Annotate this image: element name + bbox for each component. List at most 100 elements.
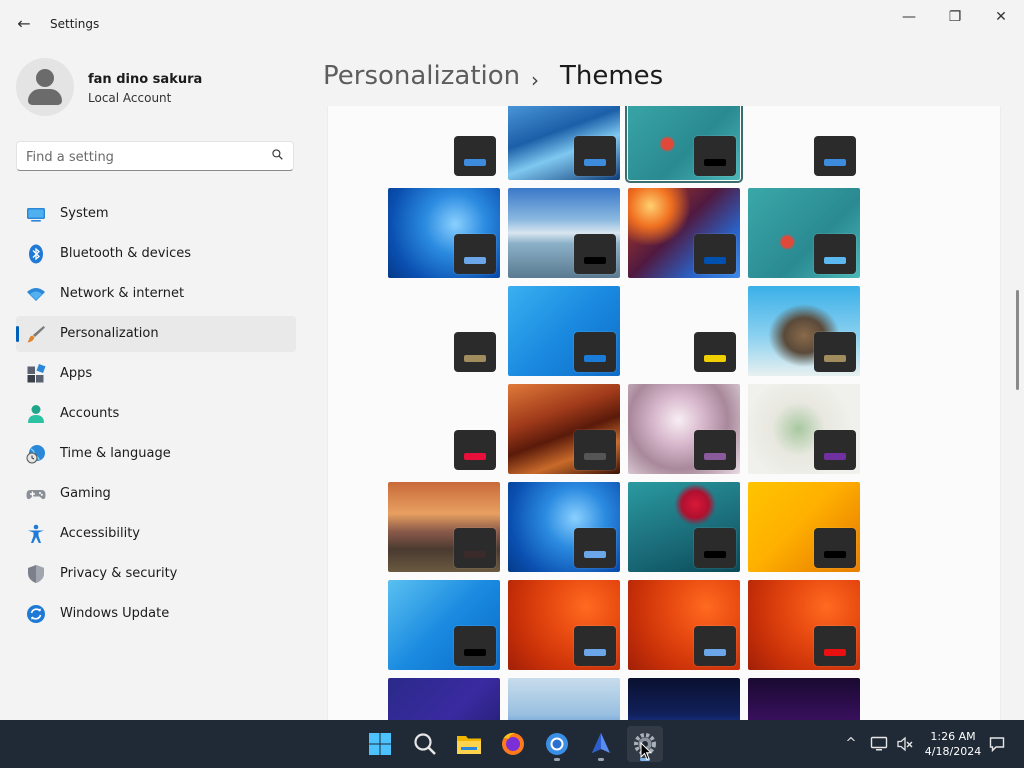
paintbrush-icon	[27, 326, 45, 343]
nav-list: System Bluetooth & devices Network & int…	[16, 196, 296, 636]
sidebar-item-personalization[interactable]: Personalization	[16, 316, 296, 352]
sidebar-item-system[interactable]: System	[16, 196, 296, 232]
theme-tile[interactable]	[748, 580, 860, 670]
theme-tile[interactable]	[508, 580, 620, 670]
back-button[interactable]: ←	[12, 12, 36, 36]
theme-tile[interactable]	[628, 580, 740, 670]
theme-preview-window	[694, 136, 736, 176]
file-explorer-button[interactable]	[451, 726, 487, 762]
theme-tile[interactable]	[748, 384, 860, 474]
theme-tile[interactable]	[748, 678, 860, 720]
sidebar-item-label: Time & language	[60, 446, 171, 461]
theme-tile[interactable]	[628, 384, 740, 474]
theme-preview-window	[814, 528, 856, 568]
pinned-app-button[interactable]	[583, 726, 619, 762]
theme-tile[interactable]	[748, 286, 860, 376]
sidebar-item-time-language[interactable]: Time & language	[16, 436, 296, 472]
theme-tile[interactable]	[628, 678, 740, 720]
close-button[interactable]: ✕	[978, 4, 1024, 30]
theme-tile[interactable]	[748, 482, 860, 572]
taskbar-search-button[interactable]	[407, 726, 443, 762]
sidebar-item-label: Bluetooth & devices	[60, 246, 191, 261]
active-indicator	[16, 326, 19, 342]
theme-preview-window	[574, 430, 616, 470]
bluetooth-icon	[29, 244, 43, 264]
taskbar-clock[interactable]: 1:26 AM 4/18/2024	[920, 729, 986, 759]
avatar[interactable]	[16, 58, 74, 116]
theme-tile[interactable]	[748, 188, 860, 278]
person-icon	[28, 405, 44, 423]
search-input[interactable]	[26, 147, 256, 167]
firefox-button[interactable]	[495, 726, 531, 762]
apps-icon	[27, 364, 46, 383]
sidebar-item-network[interactable]: Network & internet	[16, 276, 296, 312]
theme-tile[interactable]	[388, 188, 500, 278]
theme-tile[interactable]	[628, 188, 740, 278]
theme-tile[interactable]	[508, 188, 620, 278]
theme-tile[interactable]	[388, 580, 500, 670]
theme-tile[interactable]	[748, 106, 860, 180]
theme-preview-window	[574, 136, 616, 176]
notifications-icon[interactable]	[988, 735, 1006, 753]
sidebar-item-windows-update[interactable]: Windows Update	[16, 596, 296, 632]
theme-tile[interactable]	[508, 286, 620, 376]
network-icon[interactable]	[870, 735, 888, 753]
theme-tile[interactable]	[508, 106, 620, 180]
accent-color-swatch	[824, 551, 846, 558]
accent-color-swatch	[584, 551, 606, 558]
maximize-button[interactable]: ❐	[932, 4, 978, 30]
sidebar-item-gaming[interactable]: Gaming	[16, 476, 296, 512]
sidebar-item-apps[interactable]: Apps	[16, 356, 296, 392]
theme-preview-window	[814, 626, 856, 666]
scrollbar-thumb[interactable]	[1016, 290, 1019, 390]
theme-tile[interactable]	[388, 678, 500, 720]
theme-preview-window	[454, 626, 496, 666]
theme-preview-window	[454, 234, 496, 274]
volume-muted-icon[interactable]	[896, 735, 914, 753]
theme-tile[interactable]	[625, 106, 743, 183]
accent-color-swatch	[584, 257, 606, 264]
theme-tile[interactable]	[388, 482, 500, 572]
mouse-cursor-icon	[640, 742, 652, 761]
search-icon[interactable]	[272, 149, 283, 160]
gamepad-icon	[26, 490, 46, 500]
sidebar-item-accessibility[interactable]: Accessibility	[16, 516, 296, 552]
sidebar-item-bluetooth[interactable]: Bluetooth & devices	[16, 236, 296, 272]
theme-preview-window	[694, 528, 736, 568]
clock-date: 4/18/2024	[924, 745, 982, 758]
sidebar-item-accounts[interactable]: Accounts	[16, 396, 296, 432]
theme-tile[interactable]	[388, 106, 500, 180]
accent-color-swatch	[464, 159, 486, 166]
theme-preview-window	[694, 430, 736, 470]
breadcrumb-parent[interactable]: Personalization	[323, 60, 520, 92]
accessibility-icon	[28, 524, 44, 543]
theme-preview-window	[454, 528, 496, 568]
accent-color-swatch	[584, 355, 606, 362]
theme-preview-window	[694, 332, 736, 372]
start-button[interactable]	[362, 726, 398, 762]
accent-color-swatch	[704, 159, 726, 166]
theme-tile[interactable]	[508, 482, 620, 572]
theme-preview-window	[574, 332, 616, 372]
theme-tile[interactable]	[388, 286, 500, 376]
theme-preview-window	[454, 430, 496, 470]
theme-tile[interactable]	[508, 384, 620, 474]
theme-tile[interactable]	[628, 482, 740, 572]
sidebar-item-label: System	[60, 206, 109, 221]
accent-color-swatch	[704, 453, 726, 460]
search-box[interactable]	[16, 141, 294, 171]
sidebar-item-privacy[interactable]: Privacy & security	[16, 556, 296, 592]
theme-tile[interactable]	[628, 286, 740, 376]
accent-color-swatch	[824, 355, 846, 362]
chrome-button[interactable]	[539, 726, 575, 762]
theme-tile[interactable]	[388, 384, 500, 474]
theme-preview-window	[454, 136, 496, 176]
minimize-button[interactable]: —	[886, 4, 932, 30]
show-hidden-icons-button[interactable]: ^	[842, 735, 860, 753]
theme-tile[interactable]	[508, 678, 620, 720]
theme-preview-window	[814, 332, 856, 372]
accent-color-swatch	[704, 257, 726, 264]
globe-clock-icon	[26, 445, 45, 464]
accent-color-swatch	[464, 551, 486, 558]
sidebar-item-label: Personalization	[60, 326, 159, 341]
